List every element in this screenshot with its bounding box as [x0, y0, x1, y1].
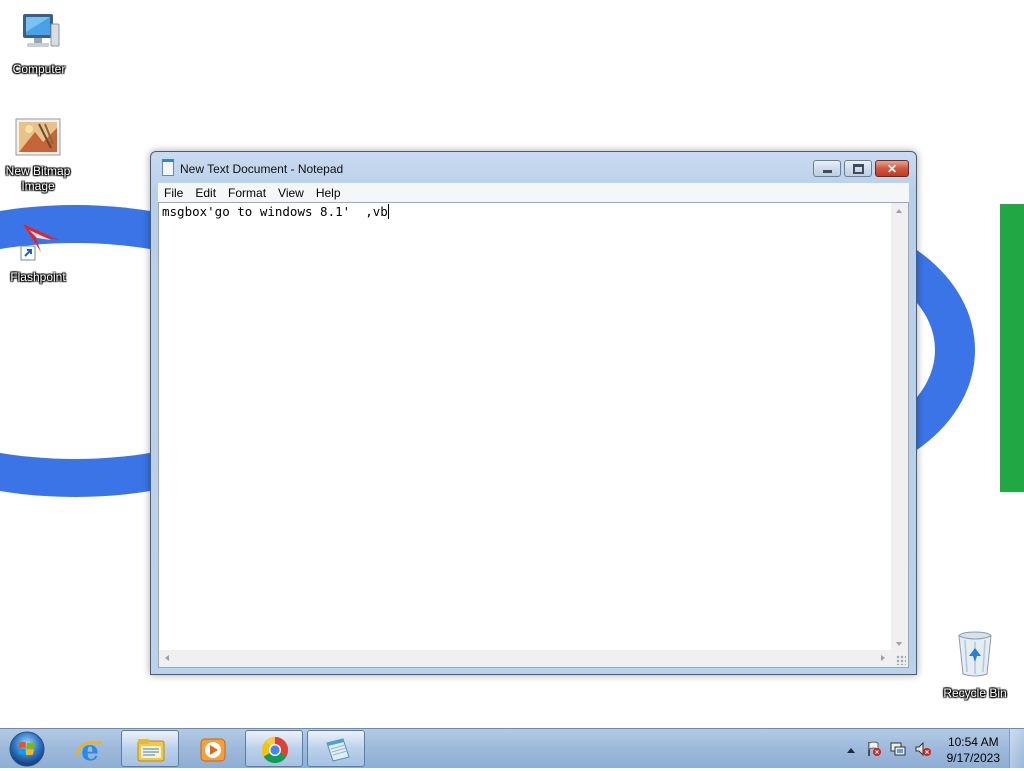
clock-time: 10:54 AM	[947, 735, 999, 749]
maximize-button[interactable]	[844, 160, 872, 177]
wallpaper-green-bar	[1000, 204, 1024, 492]
internet-explorer-icon: e	[75, 735, 103, 765]
window-title: New Text Document - Notepad	[180, 162, 344, 176]
bitmap-image-icon	[0, 118, 76, 160]
menu-format[interactable]: Format	[222, 186, 272, 200]
text-editor-area[interactable]: msgbox'go to windows 8.1' ,vb	[158, 202, 909, 668]
clock[interactable]: 10:54 AM 9/17/2023	[947, 734, 1000, 766]
taskbar-notepad[interactable]	[307, 730, 365, 767]
computer-icon	[1, 10, 77, 58]
size-grip[interactable]	[891, 650, 908, 667]
notepad-window[interactable]: New Text Document - Notepad ✕ File Edit …	[150, 151, 917, 675]
desktop-icon-computer[interactable]: Computer	[1, 10, 77, 77]
menu-edit[interactable]: Edit	[189, 186, 222, 200]
desktop-icon-recycle-bin[interactable]: Recycle Bin	[937, 630, 1013, 701]
desktop-icon-label: New Bitmap Image	[5, 164, 71, 193]
text-caret	[387, 204, 389, 219]
taskbar-chrome[interactable]	[245, 730, 303, 767]
scroll-left-arrow-icon[interactable]	[165, 655, 169, 661]
menu-bar: File Edit Format View Help	[158, 183, 909, 202]
svg-text:e: e	[81, 735, 99, 765]
scroll-right-arrow-icon[interactable]	[881, 655, 885, 661]
window-controls: ✕	[810, 160, 909, 178]
size-grip-icon	[896, 655, 906, 665]
taskbar-internet-explorer[interactable]: e	[60, 730, 118, 767]
close-button[interactable]: ✕	[875, 160, 909, 177]
horizontal-scrollbar[interactable]	[159, 650, 891, 667]
notepad-app-icon[interactable]	[162, 159, 174, 176]
system-tray: 10:54 AM 9/17/2023	[824, 729, 1024, 769]
menu-view[interactable]: View	[272, 186, 310, 200]
taskbar-media-player[interactable]	[183, 730, 241, 767]
desktop-icon-label: Recycle Bin	[943, 686, 1007, 700]
desktop-icon-label: Flashpoint	[10, 270, 66, 284]
network-icon[interactable]	[890, 741, 908, 760]
media-player-icon	[200, 738, 226, 762]
minimize-icon	[822, 170, 832, 173]
menu-file[interactable]: File	[158, 186, 189, 200]
taskbar-windows-explorer[interactable]	[121, 730, 179, 767]
close-icon: ✕	[886, 161, 898, 176]
recycle-bin-icon	[937, 630, 1013, 682]
chrome-icon	[261, 736, 289, 764]
start-button[interactable]	[4, 730, 50, 768]
desktop-icon-label: Computer	[12, 62, 66, 76]
scroll-up-arrow-icon[interactable]	[896, 209, 902, 213]
folder-icon	[137, 739, 165, 762]
notepad-icon	[326, 738, 350, 762]
taskbar: e 10:54 AM 9/17/2023	[0, 728, 1024, 768]
minimize-button[interactable]	[813, 160, 841, 177]
flashpoint-shortcut-icon	[0, 218, 76, 266]
title-bar[interactable]: New Text Document - Notepad ✕	[151, 152, 916, 184]
windows-orb-icon	[9, 731, 45, 767]
scroll-down-arrow-icon[interactable]	[896, 642, 902, 646]
menu-help[interactable]: Help	[310, 186, 347, 200]
desktop-icon-bitmap-image[interactable]: New Bitmap Image	[0, 118, 76, 194]
vertical-scrollbar[interactable]	[891, 203, 908, 652]
action-center-flag-icon[interactable]	[866, 741, 882, 760]
volume-muted-icon[interactable]	[914, 741, 932, 760]
show-hidden-icons-icon[interactable]	[846, 743, 856, 757]
desktop-icon-flashpoint[interactable]: Flashpoint	[0, 218, 76, 285]
clock-date: 9/17/2023	[946, 751, 1000, 765]
maximize-icon	[852, 163, 864, 174]
show-desktop-button[interactable]	[1009, 729, 1024, 768]
document-text: msgbox'go to windows 8.1' ,vb	[162, 204, 388, 219]
